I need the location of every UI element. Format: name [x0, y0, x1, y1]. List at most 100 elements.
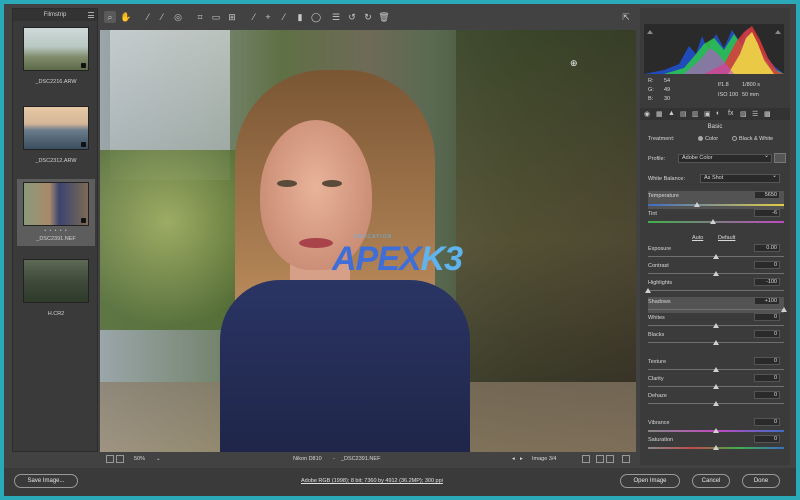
tab-tone-curve-icon[interactable]: ▦ — [656, 110, 663, 118]
preferences-icon[interactable]: ☰ — [330, 11, 342, 23]
zoom-level[interactable]: 50% — [134, 453, 145, 465]
filmstrip-item-2[interactable]: _DSC2312.ARW — [17, 106, 95, 164]
temperature-value[interactable]: 5650 — [754, 191, 780, 199]
tab-transform-icon[interactable]: ◐ — [716, 110, 720, 117]
default-link[interactable]: Default — [718, 235, 735, 241]
save-image-button[interactable]: Save Image... — [14, 474, 78, 488]
tab-lens-icon[interactable]: ▣ — [704, 110, 711, 118]
whites-knob[interactable] — [713, 323, 719, 328]
prev-image-icon[interactable]: ◂ — [512, 453, 515, 465]
rotate-left-icon[interactable]: ↺ — [346, 11, 358, 23]
profile-browser-icon[interactable] — [774, 153, 786, 163]
shadows-row[interactable]: Shadows +100 — [648, 297, 787, 313]
fullscreen-icon[interactable]: ⇱ — [620, 11, 632, 23]
red-eye-tool-icon[interactable]: + — [262, 11, 274, 23]
texture-knob[interactable] — [713, 367, 719, 372]
saturation-slider[interactable] — [648, 445, 784, 450]
filmstrip-item-3-selected[interactable]: • • • • • _DSC2391.NEF — [17, 179, 95, 246]
saturation-value[interactable]: 0 — [754, 435, 780, 443]
contrast-slider[interactable] — [648, 271, 784, 276]
shadow-clipping-icon[interactable] — [647, 30, 653, 34]
highlight-clipping-icon[interactable] — [775, 30, 781, 34]
tab-effects-icon[interactable]: fx — [728, 110, 733, 117]
temperature-knob[interactable] — [694, 202, 700, 207]
zoom-out-icon[interactable] — [106, 455, 114, 463]
zoom-tool-icon[interactable]: ⌕ — [104, 11, 116, 23]
clarity-knob[interactable] — [713, 384, 719, 389]
graduated-filter-tool-icon[interactable]: ▮ — [294, 11, 306, 23]
done-button[interactable]: Done — [742, 474, 780, 488]
trash-icon[interactable]: 🗑 — [378, 11, 390, 23]
profile-select[interactable]: Adobe Color — [678, 153, 772, 163]
radial-filter-tool-icon[interactable]: ◯ — [310, 11, 322, 23]
star-rating[interactable]: • • • • • — [17, 228, 95, 234]
highlights-slider[interactable] — [645, 288, 784, 293]
auto-link[interactable]: Auto — [692, 235, 703, 241]
filmstrip-item-1[interactable]: _DSC2216.ARW — [17, 27, 95, 85]
rotate-right-icon[interactable]: ↻ — [362, 11, 374, 23]
tab-hsl-icon[interactable]: ▤ — [680, 110, 687, 118]
saturation-knob[interactable] — [713, 445, 719, 450]
treatment-color-radio[interactable]: Color — [698, 136, 718, 142]
tab-detail-icon[interactable]: ▲ — [668, 110, 675, 117]
color-sampler-tool-icon[interactable]: ⁄ — [156, 11, 168, 23]
tab-split-toning-icon[interactable]: ▥ — [692, 110, 699, 118]
clarity-value[interactable]: 0 — [754, 374, 780, 382]
zoom-dropdown-icon[interactable]: ⌄ — [156, 453, 161, 465]
dehaze-slider[interactable] — [648, 401, 784, 406]
blacks-knob[interactable] — [713, 340, 719, 345]
dehaze-knob[interactable] — [713, 401, 719, 406]
whites-value[interactable]: 0 — [754, 313, 780, 321]
texture-value[interactable]: 0 — [754, 357, 780, 365]
contrast-knob[interactable] — [713, 271, 719, 276]
open-image-button[interactable]: Open Image — [620, 474, 680, 488]
transform-tool-icon[interactable]: ⊞ — [226, 11, 238, 23]
straighten-tool-icon[interactable]: ▭ — [210, 11, 222, 23]
before-after-copy-icon[interactable] — [606, 455, 614, 463]
exposure-knob[interactable] — [713, 254, 719, 259]
image-preview[interactable]: EDUCATION APEXK3 ⊕ — [100, 30, 636, 452]
whites-slider[interactable] — [648, 323, 784, 328]
workflow-options-link[interactable]: Adobe RGB (1998); 8 bit; 7360 by 4912 (3… — [301, 478, 443, 484]
texture-slider[interactable] — [648, 367, 784, 372]
white-balance-select[interactable]: As Shot — [700, 173, 780, 183]
blacks-slider[interactable] — [648, 340, 784, 345]
before-after-swap-icon[interactable] — [596, 455, 604, 463]
crop-tool-icon[interactable]: ⌗ — [194, 11, 206, 23]
filmstrip-item-4[interactable]: H.CR2 — [17, 259, 95, 317]
spot-removal-tool-icon[interactable]: ⁄ — [248, 11, 260, 23]
targeted-adjustment-tool-icon[interactable]: ◎ — [172, 11, 184, 23]
temperature-slider[interactable] — [648, 202, 784, 207]
tab-snapshots-icon[interactable]: ▩ — [764, 110, 771, 118]
tab-presets-icon[interactable]: ☰ — [752, 110, 758, 118]
tint-value[interactable]: -6 — [754, 209, 780, 217]
clarity-slider[interactable] — [648, 384, 784, 389]
before-after-toggle-icon[interactable] — [622, 455, 630, 463]
before-after-y-icon[interactable] — [582, 455, 590, 463]
adjustment-brush-tool-icon[interactable]: ⁄ — [278, 11, 290, 23]
exposure-value[interactable]: 0.00 — [754, 244, 780, 252]
tab-calibration-icon[interactable]: ▨ — [740, 110, 747, 118]
exposure-slider[interactable] — [648, 254, 784, 259]
highlights-value[interactable]: -100 — [754, 278, 780, 286]
shadows-knob[interactable] — [781, 307, 787, 312]
dehaze-value[interactable]: 0 — [754, 391, 780, 399]
shadows-slider[interactable] — [648, 307, 787, 312]
tint-slider[interactable] — [648, 219, 784, 224]
zoom-in-icon[interactable] — [116, 455, 124, 463]
white-balance-tool-icon[interactable]: ⁄ — [142, 11, 154, 23]
vibrance-knob[interactable] — [713, 428, 719, 433]
vibrance-slider[interactable] — [648, 428, 784, 433]
cancel-button[interactable]: Cancel — [692, 474, 730, 488]
treatment-bw-radio[interactable]: Black & White — [732, 136, 773, 142]
shadows-value[interactable]: +100 — [754, 297, 780, 305]
next-image-icon[interactable]: ▸ — [520, 453, 523, 465]
tab-basic-icon[interactable]: ◉ — [644, 110, 650, 118]
contrast-value[interactable]: 0 — [754, 261, 780, 269]
filmstrip-menu-icon[interactable] — [88, 12, 94, 18]
tint-knob[interactable] — [710, 219, 716, 224]
highlights-knob[interactable] — [645, 288, 651, 293]
blacks-value[interactable]: 0 — [754, 330, 780, 338]
hand-tool-icon[interactable]: ✋ — [120, 11, 132, 23]
temperature-row[interactable]: Temperature 5650 — [648, 191, 784, 209]
